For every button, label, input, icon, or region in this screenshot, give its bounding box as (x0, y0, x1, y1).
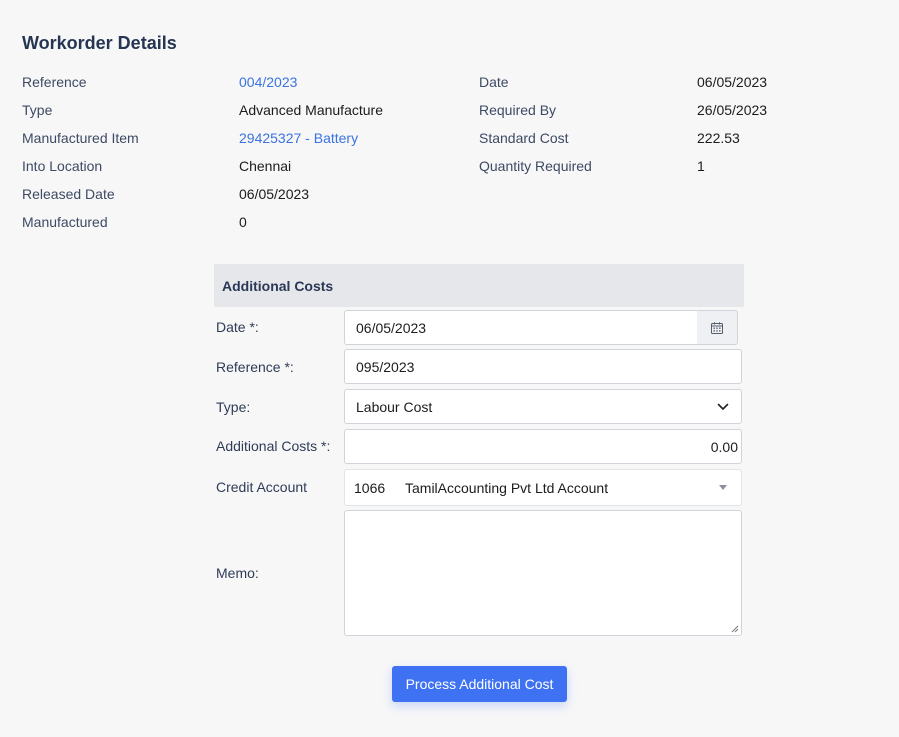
credit-account-code: 1066 (354, 479, 386, 496)
resize-grip-icon[interactable] (731, 625, 739, 633)
memo-textarea[interactable] (344, 510, 742, 636)
reference-link[interactable]: 004/2023 (239, 73, 297, 91)
credit-account-label: Credit Account (216, 479, 308, 495)
calendar-button[interactable] (697, 310, 738, 345)
chevron-down-icon (717, 403, 729, 410)
caret-down-icon (719, 485, 727, 490)
detail-label-required-by: Required By (479, 102, 557, 118)
page-title: Workorder Details (22, 33, 177, 53)
manufactured-item-link[interactable]: 29425327 - Battery (239, 129, 358, 147)
credit-account-name: TamilAccounting Pvt Ltd Account (405, 479, 609, 496)
form-header: Additional Costs (214, 264, 744, 307)
detail-label-standard-cost: Standard Cost (479, 130, 569, 146)
type-select-value: Labour Cost (356, 398, 433, 415)
detail-label-date: Date (479, 74, 509, 90)
detail-label-quantity-required: Quantity Required (479, 158, 592, 174)
detail-label-type: Type (22, 102, 53, 118)
type-select[interactable]: Labour Cost (344, 389, 742, 424)
detail-label-into-location: Into Location (22, 158, 103, 174)
reference-label: Reference *: (216, 359, 294, 375)
detail-value-standard-cost: 222.53 (697, 130, 740, 146)
detail-label-manufactured-item: Manufactured Item (22, 130, 139, 146)
additional-costs-input[interactable]: 0.00 (344, 429, 742, 464)
reference-input[interactable]: 095/2023 (344, 349, 742, 384)
detail-label-manufactured: Manufactured (22, 214, 108, 230)
detail-value-type: Advanced Manufacture (239, 102, 383, 118)
detail-value-manufactured: 0 (239, 214, 247, 230)
detail-value-released-date: 06/05/2023 (239, 186, 310, 202)
detail-value-quantity-required: 1 (697, 158, 705, 174)
additional-costs-label: Additional Costs *: (216, 438, 331, 454)
memo-label: Memo: (216, 565, 259, 581)
credit-account-select[interactable]: 1066 TamilAccounting Pvt Ltd Account (344, 469, 742, 506)
type-label: Type: (216, 399, 251, 415)
detail-value-into-location: Chennai (239, 158, 292, 174)
date-label: Date *: (216, 319, 259, 335)
additional-costs-form: Additional Costs Date *: 06/05/2023 Refe… (214, 264, 744, 636)
detail-value-required-by: 26/05/2023 (697, 102, 768, 118)
calendar-icon (711, 321, 723, 334)
date-input[interactable]: 06/05/2023 (344, 310, 698, 345)
process-additional-cost-button[interactable]: Process Additional Cost (392, 666, 567, 702)
detail-value-date: 06/05/2023 (697, 74, 768, 90)
detail-label-released-date: Released Date (22, 186, 115, 202)
detail-label-reference: Reference (22, 74, 87, 90)
